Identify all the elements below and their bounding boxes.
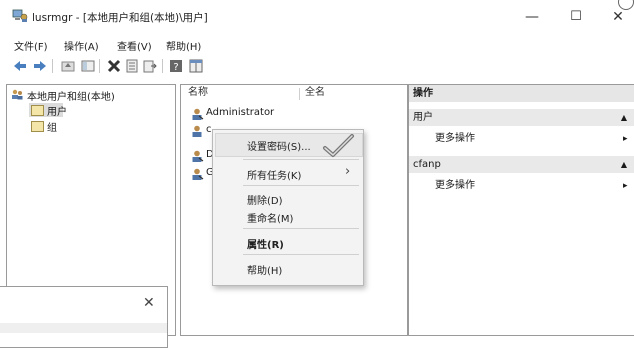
folder-icon bbox=[31, 121, 44, 132]
dialog-close-button[interactable]: ✕ bbox=[143, 295, 155, 311]
column-divider[interactable] bbox=[299, 88, 300, 100]
ctx-all-tasks[interactable]: 所有任务(K) bbox=[247, 167, 301, 182]
window-title: lusrmgr - [本地用户和组(本地)\用户] bbox=[32, 12, 208, 24]
collapse-icon[interactable]: ▲ bbox=[621, 156, 627, 173]
actions-pane: 操作 用户 ▲ 更多操作 ▸ cfanp ▲ 更多操作 ▸ bbox=[408, 84, 634, 336]
menu-help[interactable]: 帮助(H) bbox=[166, 38, 201, 53]
menu-action[interactable]: 操作(A) bbox=[64, 38, 99, 53]
submenu-arrow-icon: ▸ bbox=[623, 134, 628, 144]
minimize-button[interactable]: — bbox=[512, 4, 552, 30]
tree-item-groups[interactable]: 组 bbox=[47, 119, 57, 134]
user-icon bbox=[192, 150, 204, 162]
actions-section-label: 用户 bbox=[413, 112, 433, 123]
column-header-name[interactable]: 名称 bbox=[188, 85, 208, 101]
ctx-rename[interactable]: 重命名(M) bbox=[247, 210, 293, 225]
list-item-user-2[interactable]: c bbox=[206, 124, 212, 135]
actions-section-user[interactable]: cfanp ▲ bbox=[409, 156, 634, 173]
submenu-arrow-icon: › bbox=[345, 164, 351, 179]
context-menu: 设置密码(S)... 所有任务(K) › 删除(D) 重命名(M) 属性(R) … bbox=[212, 129, 364, 286]
tree-root-label[interactable]: 本地用户和组(本地) bbox=[27, 88, 115, 103]
menu-view[interactable]: 查看(V) bbox=[117, 38, 152, 53]
actions-section-users[interactable]: 用户 ▲ bbox=[409, 109, 634, 126]
folder-icon bbox=[31, 105, 44, 116]
ctx-help[interactable]: 帮助(H) bbox=[247, 262, 282, 277]
more-actions-item[interactable]: 更多操作 bbox=[435, 131, 475, 147]
menu-file[interactable]: 文件(F) bbox=[14, 38, 48, 53]
export-icon[interactable] bbox=[142, 58, 158, 74]
list-item-administrator[interactable]: Administrator bbox=[206, 107, 274, 118]
dialog-body bbox=[0, 323, 167, 333]
actions-section-label: cfanp bbox=[413, 159, 441, 170]
actions-header: 操作 bbox=[409, 85, 634, 102]
user-icon bbox=[192, 108, 204, 120]
ctx-delete[interactable]: 删除(D) bbox=[247, 192, 283, 207]
actions-header-label: 操作 bbox=[413, 88, 433, 99]
toolbar: ? bbox=[0, 56, 634, 78]
collapse-icon[interactable]: ▲ bbox=[621, 109, 627, 126]
ctx-set-password[interactable]: 设置密码(S)... bbox=[247, 138, 311, 153]
up-folder-icon[interactable] bbox=[60, 58, 76, 74]
column-header-fullname[interactable]: 全名 bbox=[305, 85, 325, 101]
help-icon[interactable]: ? bbox=[168, 58, 184, 74]
ctx-properties[interactable]: 属性(R) bbox=[247, 236, 284, 251]
submenu-arrow-icon: ▸ bbox=[623, 181, 628, 191]
show-hide-tree-icon[interactable] bbox=[80, 58, 96, 74]
back-arrow-icon[interactable] bbox=[12, 58, 28, 74]
checkmark-icon bbox=[323, 134, 354, 157]
mmc-view-icon[interactable] bbox=[188, 58, 204, 74]
user-icon bbox=[192, 125, 202, 137]
overlay-dialog: ✕ bbox=[0, 286, 168, 348]
svg-text:?: ? bbox=[173, 62, 178, 73]
computer-management-icon bbox=[12, 9, 28, 22]
local-users-groups-icon bbox=[12, 89, 23, 100]
more-actions-item[interactable]: 更多操作 bbox=[435, 178, 475, 194]
maximize-button[interactable]: ☐ bbox=[556, 4, 596, 30]
delete-icon[interactable] bbox=[106, 58, 122, 74]
tree-item-users-label: 用户 bbox=[47, 107, 67, 118]
properties-icon[interactable] bbox=[124, 58, 140, 74]
user-icon bbox=[192, 168, 204, 180]
forward-arrow-icon[interactable] bbox=[32, 58, 48, 74]
title-bar: lusrmgr - [本地用户和组(本地)\用户] — ☐ ✕ bbox=[0, 0, 634, 34]
